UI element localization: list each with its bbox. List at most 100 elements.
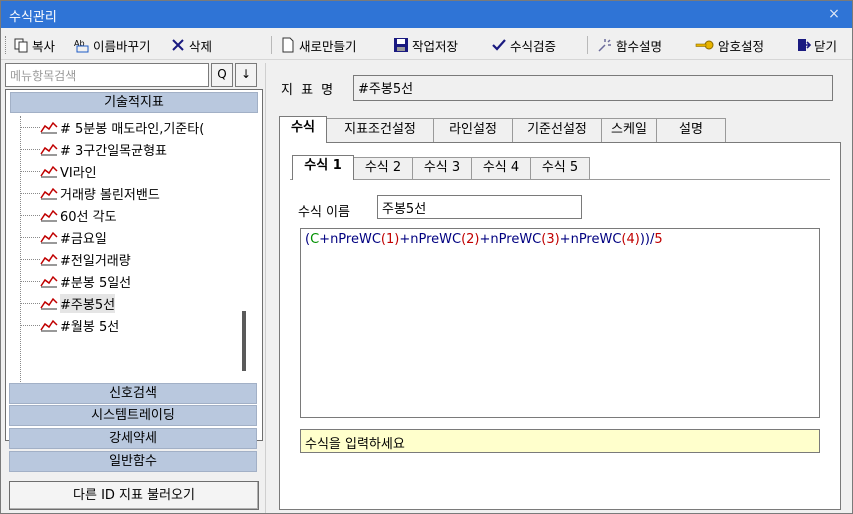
formula-token: (2) (461, 232, 480, 247)
chart-line-icon (40, 275, 58, 288)
rename-icon: Ab (74, 37, 90, 53)
toolbar-separator (271, 36, 272, 54)
new-document-icon (280, 37, 296, 53)
tab-indicator-conditions[interactable]: 지표조건설정 (326, 118, 434, 142)
search-button[interactable]: Q (211, 63, 233, 87)
status-message: 수식을 입력하세요 (300, 429, 820, 453)
close-window-button[interactable]: 닫기 (795, 34, 837, 56)
tree-item-label: #금요일 (60, 231, 107, 247)
formula-token: nPreWC (410, 232, 462, 247)
tree-item-label: #분봉 5일선 (60, 275, 132, 291)
tree-item-label: #주봉5선 (60, 293, 116, 313)
verify-label: 수식검증 (510, 38, 557, 54)
rename-button[interactable]: Ab 이름바꾸기 (74, 34, 151, 56)
subtab-formula-3[interactable]: 수식 3 (412, 157, 472, 179)
title-bar: 수식관리 × (1, 1, 852, 28)
close-icon[interactable]: × (824, 4, 844, 24)
close-window-label: 닫기 (814, 38, 838, 54)
tree-item-label: 60선 각도 (60, 209, 117, 225)
subtab-formula-2[interactable]: 수식 2 (353, 157, 413, 179)
tab-scale[interactable]: 스케일 (601, 118, 657, 142)
function-help-button[interactable]: 함수설명 (597, 34, 662, 56)
search-icon: Q (217, 67, 227, 81)
verify-button[interactable]: 수식검증 (491, 34, 556, 56)
tab-line-settings[interactable]: 라인설정 (433, 118, 513, 142)
save-label: 작업저장 (412, 38, 459, 54)
copy-label: 복사 (32, 38, 56, 54)
tree-item-label: # 5분봉 매도라인,기준타( (60, 121, 205, 137)
toolbar: 복사 Ab 이름바꾸기 삭제 새로만들기 작업저장 수식검증 함수설명 암호설정… (1, 30, 852, 60)
formula-token: (1) (380, 232, 400, 247)
tree-item[interactable]: 거래량 볼린저밴드 (10, 182, 235, 204)
tab-formula[interactable]: 수식 (279, 116, 327, 143)
chart-line-icon (40, 297, 58, 310)
copy-button[interactable]: 복사 (13, 34, 55, 56)
password-label: 암호설정 (718, 38, 765, 54)
category-general-functions[interactable]: 일반함수 (9, 451, 257, 472)
indicator-name-label: 지 표 명 (281, 83, 336, 98)
copy-icon (13, 37, 29, 53)
category-strength-weakness[interactable]: 강세약세 (9, 428, 257, 449)
window-title: 수식관리 (9, 10, 57, 25)
tree-item[interactable]: # 5분봉 매도라인,기준타( (10, 116, 235, 138)
formula-name-field[interactable]: 주봉5선 (377, 195, 582, 219)
panel-splitter[interactable] (265, 63, 266, 513)
subtab-formula-1[interactable]: 수식 1 (292, 155, 354, 180)
tree-item[interactable]: 60선 각도 (10, 204, 235, 226)
new-label: 새로만들기 (299, 38, 357, 54)
tree-item[interactable]: #월봉 5선 (10, 314, 235, 336)
chart-line-icon (40, 253, 58, 266)
subtab-formula-4[interactable]: 수식 4 (471, 157, 531, 179)
svg-text:Ab: Ab (74, 39, 85, 48)
save-disk-icon (393, 37, 409, 53)
formula-name-label: 수식 이름 (298, 205, 350, 220)
tree-item-selected[interactable]: #주봉5선 (10, 292, 235, 314)
formula-token: nPreWC (570, 232, 622, 247)
formula-editor[interactable]: (C+nPreWC(1)+nPreWC(2)+nPreWC(3)+nPreWC(… (300, 228, 820, 418)
load-other-id-button[interactable]: 다른 ID 지표 불러오기 (9, 481, 259, 510)
tree-item-label: #월봉 5선 (60, 319, 120, 335)
formula-tab-panel: 수식 1 수식 2 수식 3 수식 4 수식 5 수식 이름 주봉5선 (C+n… (279, 142, 841, 510)
formula-token: (3) (541, 232, 560, 247)
indicator-name-field[interactable]: #주봉5선 (353, 75, 833, 101)
formula-token: (4) (621, 232, 640, 247)
menu-search-input[interactable]: 메뉴항목검색 (5, 63, 209, 87)
category-signal-search[interactable]: 신호검색 (9, 383, 257, 404)
tree-item[interactable]: #분봉 5일선 (10, 270, 235, 292)
delete-label: 삭제 (189, 38, 213, 54)
formula-token: )) (639, 232, 650, 247)
chart-line-icon (40, 143, 58, 156)
down-arrow-icon: ↓ (240, 67, 252, 81)
exit-door-icon (795, 37, 812, 53)
save-button[interactable]: 작업저장 (393, 34, 458, 56)
delete-button[interactable]: 삭제 (170, 34, 212, 56)
tree-item-label: # 3구간일목균형표 (60, 143, 168, 159)
tree-item-label: #전일거래량 (60, 253, 131, 269)
chart-line-icon (40, 209, 58, 222)
right-panel: 지 표 명 #주봉5선 수식 지표조건설정 라인설정 기준선설정 스케일 설명 … (269, 63, 850, 513)
tree-item[interactable]: #금요일 (10, 226, 235, 248)
chart-line-icon (40, 165, 58, 178)
category-technical-indicators[interactable]: 기술적지표 (10, 92, 258, 113)
new-button[interactable]: 새로만들기 (280, 34, 357, 56)
tree-item[interactable]: #전일거래량 (10, 248, 235, 270)
category-system-trading[interactable]: 시스템트레이딩 (9, 405, 257, 426)
formula-token: + (559, 232, 571, 247)
chart-line-icon (40, 231, 58, 244)
tree-item[interactable]: VI라인 (10, 160, 235, 182)
formula-token: + (319, 232, 331, 247)
key-icon (695, 37, 715, 53)
left-panel: 메뉴항목검색 Q ↓ 기술적지표 # 5분봉 매도라인,기준타( # 3구간일목… (5, 63, 263, 513)
tree-item-label: 거래량 볼린저밴드 (60, 187, 160, 203)
tab-baseline-settings[interactable]: 기준선설정 (512, 118, 602, 142)
password-button[interactable]: 암호설정 (695, 34, 764, 56)
function-help-label: 함수설명 (616, 38, 663, 54)
rename-label: 이름바꾸기 (93, 38, 151, 54)
chart-line-icon (40, 121, 58, 134)
subtab-formula-5[interactable]: 수식 5 (530, 157, 590, 179)
formula-token: + (399, 232, 411, 247)
sort-down-button[interactable]: ↓ (235, 63, 257, 87)
vertical-scrollbar-thumb[interactable] (242, 311, 246, 371)
tree-item[interactable]: # 3구간일목균형표 (10, 138, 235, 160)
tab-description[interactable]: 설명 (656, 118, 726, 142)
